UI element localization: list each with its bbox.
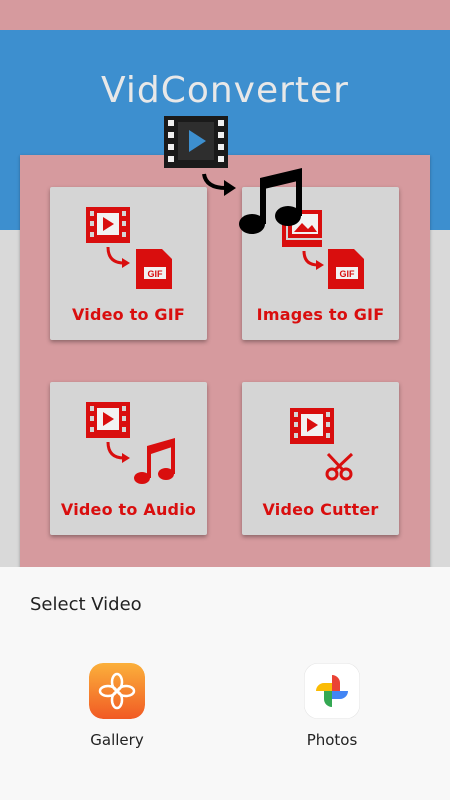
photos-option[interactable]: Photos — [272, 663, 392, 763]
tile-label: Video to Audio — [60, 500, 197, 519]
sheet-title: Select Video — [30, 594, 142, 615]
video-cutter-icon — [290, 408, 354, 481]
gallery-option[interactable]: Gallery — [57, 663, 177, 763]
select-video-sheet: Select Video Gallery Photos — [0, 567, 450, 800]
svg-text:GIF: GIF — [340, 269, 356, 279]
photos-label: Photos — [306, 731, 358, 749]
photos-icon — [304, 663, 360, 719]
status-bar — [0, 0, 450, 30]
video-to-audio-icon — [86, 402, 175, 484]
video-cutter-tile[interactable]: Video Cutter — [242, 382, 399, 535]
gallery-label: Gallery — [90, 731, 144, 749]
tile-label: Images to GIF — [256, 305, 385, 324]
tile-label: Video to GIF — [71, 305, 186, 324]
tile-label: Video Cutter — [262, 500, 379, 519]
app-logo-icon — [164, 116, 302, 234]
gallery-icon — [89, 663, 145, 719]
video-to-audio-tile[interactable]: Video to Audio — [50, 382, 207, 535]
app-title: VidConverter — [101, 70, 349, 111]
svg-text:GIF: GIF — [148, 269, 164, 279]
